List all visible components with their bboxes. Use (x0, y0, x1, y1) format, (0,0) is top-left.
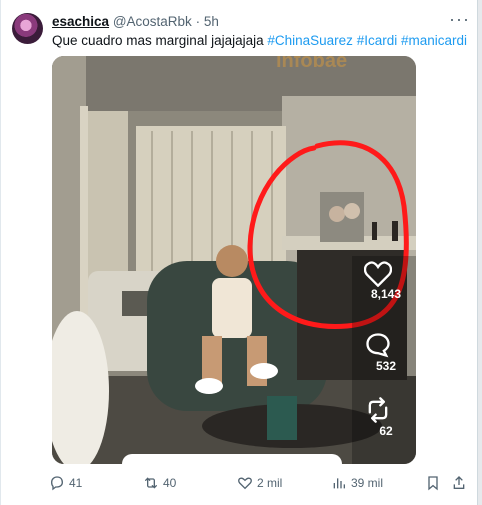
action-bar: 41 40 2 mil 39 mil (49, 475, 469, 495)
hashtag-manicardi[interactable]: #manicardi (401, 33, 467, 48)
display-name[interactable]: esachica (52, 14, 109, 29)
timestamp[interactable]: 5h (204, 14, 219, 29)
reply-icon (50, 476, 64, 491)
video-like-count: 8,143 (370, 287, 402, 301)
hashtag-icardi[interactable]: #Icardi (357, 33, 398, 48)
like-button[interactable]: 2 mil (237, 475, 282, 491)
more-icon[interactable]: ··· (449, 9, 470, 30)
like-icon (238, 477, 252, 490)
video-comment-group[interactable]: 532 (364, 331, 408, 373)
bookmark-button[interactable] (425, 475, 441, 491)
tweet-text: Que cuadro mas marginal jajajajaja #Chin… (52, 33, 467, 48)
bookmark-icon (428, 476, 438, 491)
hashtag-chinasuarez[interactable]: #ChinaSuarez (267, 33, 353, 48)
video-share-group[interactable]: 62 (364, 396, 408, 438)
avatar[interactable] (12, 13, 43, 44)
video-share-count: 62 (379, 424, 393, 438)
comment-icon[interactable] (364, 331, 392, 359)
retweet-count: 40 (163, 476, 177, 490)
like-count: 2 mil (257, 476, 283, 490)
share-icon (453, 476, 465, 489)
views-count: 39 mil (351, 476, 384, 490)
views-icon (333, 478, 345, 489)
handle[interactable]: @AcostaRbk (113, 14, 192, 29)
retweet-icon (145, 477, 157, 489)
share-arrows-icon[interactable] (364, 396, 392, 424)
video-watermark: infobae (276, 56, 348, 72)
video-media[interactable]: infobae 8,143 532 62 (52, 56, 416, 464)
tweet-header: esachica @AcostaRbk · 5h (52, 14, 219, 29)
video-like-group[interactable]: 8,143 (364, 261, 408, 301)
views-button[interactable]: 39 mil (331, 475, 383, 491)
tweet-text-body: Que cuadro mas marginal jajajajaja (52, 33, 268, 48)
heart-icon[interactable] (364, 261, 392, 287)
share-button[interactable] (451, 475, 467, 491)
video-comment-count: 532 (375, 359, 397, 373)
tweet-card[interactable]: esachica @AcostaRbk · 5h ··· Que cuadro … (0, 0, 478, 505)
reply-count: 41 (69, 476, 83, 490)
retweet-button[interactable]: 40 (143, 475, 176, 491)
separator-dot: · (195, 14, 201, 29)
reply-button[interactable]: 41 (49, 475, 82, 491)
